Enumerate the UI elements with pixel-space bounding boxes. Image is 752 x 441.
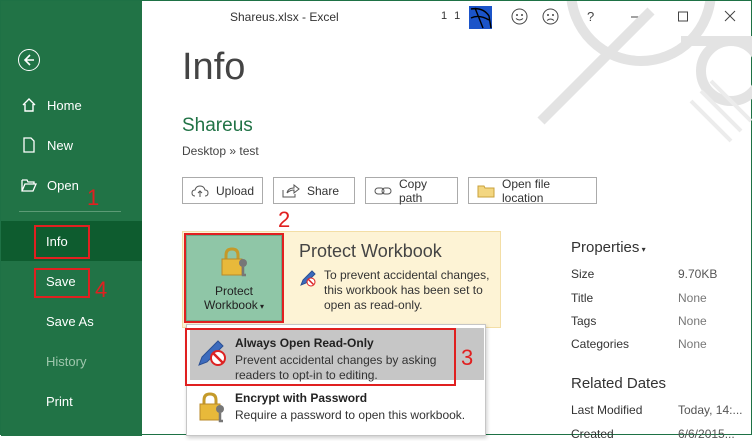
date-value: Today, 14:... (678, 403, 743, 417)
folder-open-icon (19, 178, 39, 192)
related-dates-title: Related Dates (571, 375, 667, 392)
date-key: Last Modified (571, 403, 643, 417)
share-label: Share (307, 183, 340, 198)
menu-item-description: Require a password to open this workbook… (235, 408, 466, 422)
upload-label: Upload (216, 183, 255, 198)
upload-button[interactable]: Upload (182, 177, 263, 204)
folder-icon (477, 184, 495, 198)
sidebar-item-print[interactable]: Print (1, 381, 142, 421)
annotation-number-1: 1 (87, 185, 100, 210)
property-key: Size (571, 267, 595, 281)
sidebar-item-label: Save As (46, 313, 94, 329)
background-pattern-icon (537, 1, 752, 143)
property-key: Tags (571, 314, 597, 328)
share-button[interactable]: Share (273, 177, 355, 204)
new-document-icon (19, 137, 39, 153)
link-icon (374, 185, 392, 197)
pen-edit-icon (299, 269, 317, 292)
date-value: 6/6/2015... (678, 427, 735, 441)
annotation-number-2: 2 (278, 207, 291, 232)
share-icon (282, 183, 300, 198)
annotation-number-4: 4 (95, 277, 108, 302)
sidebar-item-open[interactable]: Open (1, 165, 142, 205)
sidebar-item-home[interactable]: Home (1, 85, 142, 125)
menu-item-title: Encrypt with Password (235, 391, 368, 405)
menu-item-encrypt-with-password[interactable]: Encrypt with Password Require a password… (190, 383, 484, 435)
sidebar-item-history: History (1, 341, 142, 381)
annotation-box-protect (184, 233, 284, 323)
smile-icon[interactable] (511, 8, 528, 28)
open-file-location-label: Open file location (502, 176, 551, 205)
property-value-field[interactable]: None (678, 337, 707, 351)
sidebar-item-new[interactable]: New (1, 125, 142, 165)
protect-heading: Protect Workbook (299, 241, 442, 261)
avatar[interactable] (469, 6, 492, 29)
property-value-field[interactable]: None (678, 314, 707, 328)
sidebar-item-label: Open (47, 177, 79, 193)
breadcrumb: Desktop » test (182, 144, 259, 158)
sidebar-divider (19, 211, 121, 212)
user-name[interactable]: 1 1 (441, 10, 462, 22)
chevron-down-icon: ▾ (639, 245, 646, 254)
annotation-box-info (34, 225, 90, 259)
sidebar-item-save-as[interactable]: Save As (1, 301, 142, 341)
property-value: 9.70KB (678, 267, 718, 281)
property-key: Title (571, 291, 594, 305)
backstage-sidebar: Home New Open Info Save Save As History … (1, 1, 142, 436)
lock-key-icon (196, 391, 228, 428)
copy-path-button[interactable]: Copy path (365, 176, 458, 205)
annotation-box-read-only (185, 328, 456, 386)
open-file-location-button[interactable]: Open file location (468, 176, 597, 205)
annotation-box-save (34, 268, 90, 298)
window-title: Shareus.xlsx - Excel (230, 10, 339, 24)
copy-path-label: Copy path (399, 176, 428, 205)
page-title: Info (182, 46, 246, 88)
property-value-field[interactable]: None (678, 291, 707, 305)
sidebar-item-label: Print (46, 393, 73, 409)
sidebar-item-label: Home (47, 97, 82, 113)
protect-description: To prevent accidental changes, this work… (324, 268, 490, 312)
properties-dropdown[interactable]: Properties ▾ (571, 239, 646, 256)
cloud-upload-icon (191, 184, 209, 198)
property-key: Categories (571, 337, 630, 351)
sidebar-item-label: New (47, 137, 74, 153)
document-name: Shareus (182, 115, 253, 136)
annotation-number-3: 3 (461, 345, 474, 370)
sidebar-item-label: History (46, 353, 87, 369)
properties-title: Properties (571, 239, 640, 256)
back-arrow-icon[interactable] (18, 49, 40, 71)
date-key: Created (571, 427, 614, 441)
home-icon (19, 97, 39, 113)
